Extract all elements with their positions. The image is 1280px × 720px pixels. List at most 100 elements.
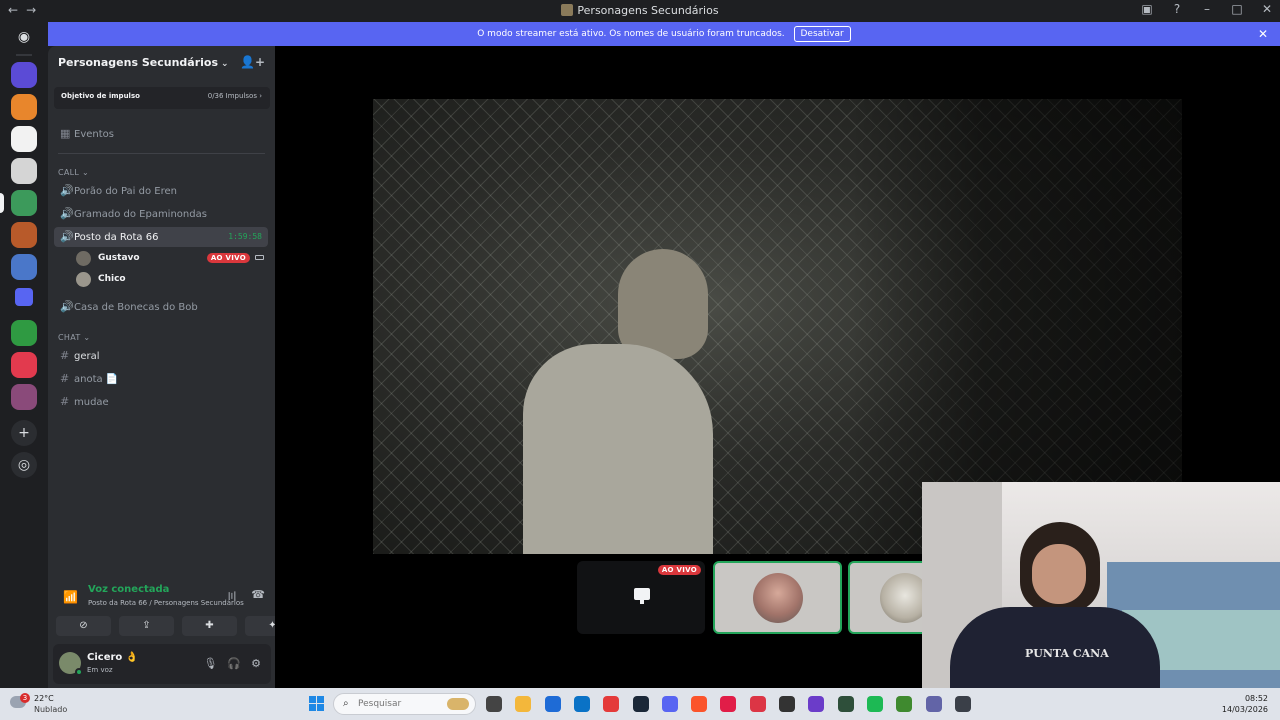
invite-people-icon[interactable]: 👤+ (240, 55, 265, 69)
taskbar-app-icon[interactable] (661, 696, 678, 712)
taskbar-app-icon[interactable] (691, 696, 708, 712)
channel-name: Porão do Pai do Eren (74, 186, 177, 197)
events-item[interactable]: ▦ Eventos (54, 124, 268, 144)
disconnect-icon[interactable]: ☎ (251, 588, 265, 604)
participant-tile[interactable] (713, 561, 842, 634)
channel-name: Gramado do Epaminondas (74, 209, 207, 220)
system-clock[interactable]: 08:52 14/03/2026 (1222, 693, 1268, 715)
avatar (753, 573, 803, 623)
live-badge: AO VIVO (657, 565, 701, 575)
folder-icon[interactable] (15, 288, 33, 306)
voice-location[interactable]: Posto da Rota 66 / Personagens Secundári… (88, 599, 244, 607)
status-dot (75, 668, 83, 676)
speaker-icon: 🔊 (60, 184, 74, 197)
disable-streamer-button[interactable]: Desativar (793, 26, 851, 42)
taskbar-app-icon[interactable] (779, 696, 795, 712)
text-channel[interactable]: # anota 📄 (54, 369, 268, 389)
clock-date: 14/03/2026 (1221, 705, 1268, 714)
settings-icon[interactable]: ⚙ (251, 657, 261, 670)
voice-status: Voz conectada (88, 584, 170, 595)
close-icon[interactable]: ✕ (1258, 22, 1268, 46)
speaker-icon: 🔊 (60, 300, 74, 313)
taskbar-app-icon[interactable] (808, 696, 825, 712)
avatar (76, 272, 91, 287)
taskbar-search[interactable]: ⌕ (333, 693, 476, 715)
taskbar-app-icon[interactable] (603, 696, 620, 712)
text-channel[interactable]: # mudae (54, 392, 268, 412)
webcam-overlay: PUNTA CANA (922, 482, 1280, 688)
screen-share-icon[interactable]: ▣ (1140, 2, 1154, 16)
notification-badge: 3 (20, 693, 30, 703)
user-status: Em voz (87, 666, 113, 674)
taskbar-app-icon[interactable] (954, 696, 971, 712)
channel-name: Posto da Rota 66 (74, 232, 159, 243)
minimize-button[interactable]: – (1200, 2, 1214, 16)
voice-channel[interactable]: 🔊Porão do Pai do Eren (54, 181, 268, 201)
category-call[interactable]: CALL ⌄ (58, 168, 89, 177)
user-panel: Cicero 👌 Em voz 🎙 🎧 ⚙ (53, 644, 271, 684)
taskbar-app-icon[interactable] (515, 696, 532, 712)
weather-widget[interactable]: 3 22°C Nublado (10, 693, 80, 715)
calendar-icon: ▦ (60, 127, 71, 140)
temperature: 22°C (34, 694, 54, 703)
voice-channel[interactable]: 🔊Casa de Bonecas do Bob (54, 297, 268, 317)
headset-icon[interactable]: 🎧 (227, 657, 241, 670)
camera-off-button[interactable]: ⊘ (56, 616, 111, 636)
home-icon[interactable]: ◉ (11, 26, 37, 48)
weather-condition: Nublado (34, 705, 68, 714)
server-name: Personagens Secundários (58, 56, 219, 69)
voice-channel[interactable]: 🔊Gramado do Epaminondas (54, 204, 268, 224)
category-chat[interactable]: CHAT ⌄ (58, 333, 90, 342)
voice-channel-active[interactable]: 🔊Posto da Rota 66 1:59:58 (54, 227, 268, 247)
video-subject-body (523, 344, 713, 554)
server-icon[interactable] (11, 158, 37, 184)
server-icon[interactable] (11, 222, 37, 248)
taskbar-app-icon[interactable] (486, 696, 502, 712)
share-screen-button[interactable]: ⇪ (119, 616, 174, 636)
events-label: Eventos (74, 129, 114, 140)
rail-divider (16, 54, 32, 56)
taskbar-app-icon[interactable] (896, 696, 913, 712)
monitor-icon (634, 588, 650, 604)
boost-goal[interactable]: Objetivo de impulso 0/36 Impulsos › (54, 87, 270, 109)
server-icon[interactable] (11, 190, 37, 216)
text-channel[interactable]: # geral (54, 346, 268, 366)
taskbar-app-icon[interactable] (544, 696, 561, 712)
voice-user[interactable]: Chico (76, 270, 268, 290)
close-button[interactable]: ✕ (1260, 2, 1274, 16)
taskbar-app-icon[interactable] (573, 696, 590, 712)
speaker-icon: 🔊 (60, 207, 74, 220)
taskbar-app-icon[interactable] (925, 696, 942, 712)
signal-icon[interactable]: 📶 (63, 590, 78, 604)
taskbar-app-icon[interactable] (632, 696, 649, 712)
discover-icon[interactable]: ◎ (11, 452, 37, 478)
taskbar-app-icon[interactable] (866, 696, 883, 712)
channel-sidebar: Personagens Secundários ⌄ 👤+ Objetivo de … (48, 46, 300, 688)
mic-icon[interactable]: 🎙 (203, 657, 217, 670)
server-icon[interactable] (11, 126, 37, 152)
screen-share-icon (255, 255, 264, 260)
help-icon[interactable]: ? (1170, 2, 1184, 16)
voice-user[interactable]: Gustavo AO VIVO (76, 249, 268, 269)
start-icon[interactable] (309, 696, 324, 711)
taskbar-app-icon[interactable] (837, 696, 854, 712)
server-icon[interactable] (11, 62, 37, 88)
activities-button[interactable]: ✚ (182, 616, 237, 636)
search-input[interactable] (358, 697, 446, 711)
server-header[interactable]: Personagens Secundários ⌄ 👤+ (48, 46, 275, 80)
taskbar-app-icon[interactable] (720, 696, 737, 712)
server-icon[interactable] (11, 254, 37, 280)
user-name: Gustavo (98, 253, 140, 263)
shirt-print: PUNTA CANA (1025, 647, 1109, 660)
maximize-button[interactable]: □ (1230, 2, 1244, 16)
server-icon[interactable] (11, 94, 37, 120)
server-icon[interactable] (11, 320, 37, 346)
server-icon[interactable] (11, 384, 37, 410)
participant-tile[interactable] (848, 561, 924, 634)
stream-tile[interactable]: AO VIVO (577, 561, 705, 634)
server-icon[interactable] (11, 352, 37, 378)
add-server-icon[interactable]: + (11, 420, 37, 446)
window-title-text: Personagens Secundários (577, 4, 719, 17)
soundboard-icon[interactable]: 〣 (226, 588, 237, 604)
taskbar-app-icon[interactable] (749, 696, 766, 712)
